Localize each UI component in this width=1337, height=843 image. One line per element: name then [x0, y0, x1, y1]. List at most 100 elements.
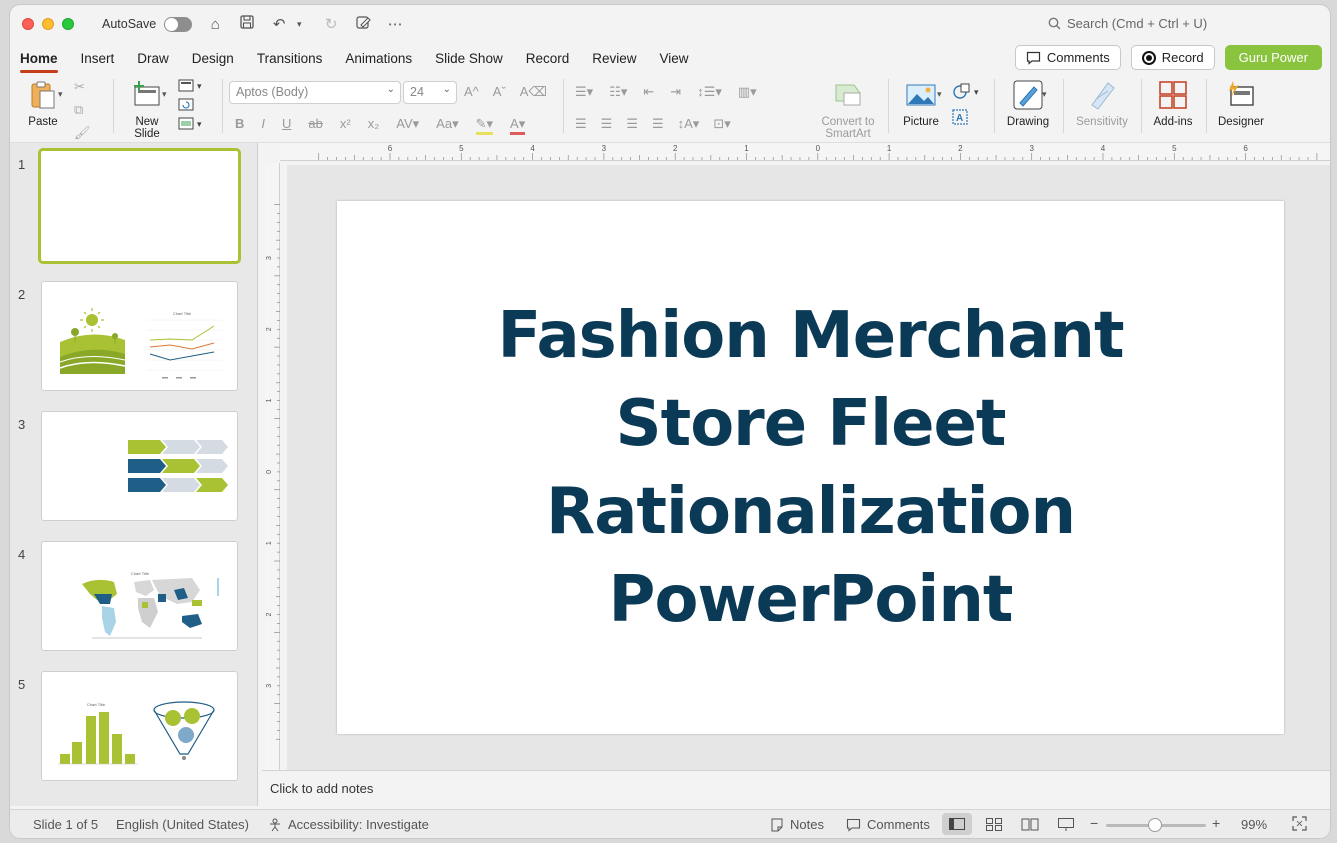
picture-button[interactable]: Picture: [897, 75, 945, 128]
drawing-dropdown-icon[interactable]: ▾: [1042, 89, 1047, 100]
tab-insert[interactable]: Insert: [81, 45, 115, 72]
format-painter-icon[interactable]: 🖌: [74, 125, 91, 141]
paste-button[interactable]: Paste: [22, 75, 64, 128]
tab-animations[interactable]: Animations: [345, 45, 412, 72]
slide-sorter-button[interactable]: [986, 818, 1002, 834]
decrease-indent-icon[interactable]: ⇤: [643, 84, 654, 100]
undo-dropdown-icon[interactable]: ▾: [290, 19, 308, 30]
bullets-icon[interactable]: ☰▾: [575, 84, 593, 100]
search-placeholder: Search (Cmd + Ctrl + U): [1067, 16, 1208, 31]
slide-thumbnail-3[interactable]: [41, 411, 238, 521]
justify-icon[interactable]: ☰: [652, 116, 664, 132]
fit-to-window-button[interactable]: [1292, 816, 1307, 834]
font-size-select[interactable]: 24 ⌄: [403, 81, 457, 104]
align-text-icon[interactable]: ⊡▾: [713, 116, 730, 132]
accessibility-checker[interactable]: Accessibility: Investigate: [268, 817, 429, 832]
columns-icon[interactable]: ▥▾: [738, 84, 757, 100]
clear-formatting-icon[interactable]: A⌫: [520, 84, 547, 100]
increase-indent-icon[interactable]: ⇥: [670, 84, 681, 100]
customize-icon[interactable]: [354, 15, 372, 34]
italic-icon[interactable]: I: [261, 116, 265, 135]
autosave-toggle[interactable]: [164, 16, 193, 32]
tab-review[interactable]: Review: [592, 45, 636, 72]
paste-dropdown-icon[interactable]: ▾: [58, 89, 63, 100]
status-comments-button[interactable]: Comments: [846, 817, 930, 832]
new-slide-button[interactable]: New Slide: [124, 75, 170, 140]
add-ins-button[interactable]: Add-ins: [1148, 75, 1198, 128]
comments-button[interactable]: Comments: [1014, 45, 1121, 70]
slide-thumbnail-5[interactable]: Chart Title: [41, 671, 238, 781]
superscript-icon[interactable]: x²: [340, 116, 351, 135]
ruler-tick-label: 3: [1029, 144, 1034, 153]
guru-power-button[interactable]: Guru Power: [1224, 45, 1322, 70]
sensitivity-button[interactable]: Sensitivity: [1072, 75, 1132, 128]
redo-icon[interactable]: ↻: [322, 15, 340, 33]
zoom-out-button[interactable]: −: [1090, 815, 1098, 831]
subscript-icon[interactable]: x₂: [368, 116, 380, 135]
decrease-font-icon[interactable]: Aˇ: [493, 84, 506, 100]
thumbnail-5-graphic: [58, 701, 215, 765]
picture-dropdown-icon[interactable]: ▾: [937, 89, 942, 100]
tab-design[interactable]: Design: [192, 45, 234, 72]
tab-slide-show[interactable]: Slide Show: [435, 45, 503, 72]
align-right-icon[interactable]: ☰: [626, 116, 638, 132]
slide-thumbnail-4[interactable]: Chart Title: [41, 541, 238, 651]
layout-icon[interactable]: ▾: [178, 79, 206, 93]
thumbnail-number: 5: [18, 677, 26, 692]
save-icon[interactable]: [238, 15, 256, 33]
ruler-tick-label: 1: [744, 144, 749, 153]
slide-thumbnail-2[interactable]: Chart Title: [41, 281, 238, 391]
home-icon[interactable]: ⌂: [206, 16, 224, 33]
ruler-tick-label: 1: [887, 144, 892, 153]
designer-button[interactable]: Designer: [1213, 75, 1269, 128]
font-name-select[interactable]: Aptos (Body) ⌄: [229, 81, 401, 104]
notes-button[interactable]: Notes: [770, 817, 824, 832]
convert-smartart-button[interactable]: Convert to SmartArt: [814, 75, 882, 140]
slide-thumbnail-1[interactable]: [38, 148, 241, 264]
tab-transitions[interactable]: Transitions: [257, 45, 323, 72]
underline-icon[interactable]: U: [282, 116, 291, 135]
slide-1[interactable]: Fashion Merchant Store Fleet Rationaliza…: [337, 201, 1284, 734]
slide-title[interactable]: Fashion Merchant Store Fleet Rationaliza…: [431, 292, 1191, 644]
tab-home[interactable]: Home: [20, 45, 58, 73]
zoom-slider-handle[interactable]: [1148, 818, 1162, 832]
zoom-in-button[interactable]: +: [1212, 815, 1220, 831]
font-name-value: Aptos (Body): [236, 85, 309, 99]
language-indicator[interactable]: English (United States): [116, 817, 249, 832]
font-color-icon[interactable]: A▾: [510, 116, 526, 135]
close-window-button[interactable]: [22, 18, 34, 30]
normal-view-button[interactable]: [942, 813, 972, 835]
character-spacing-icon[interactable]: AV▾: [396, 116, 419, 135]
search-box[interactable]: Search (Cmd + Ctrl + U): [1048, 16, 1207, 31]
numbering-icon[interactable]: ☷▾: [609, 84, 627, 100]
align-center-icon[interactable]: ☰: [601, 116, 613, 132]
more-options-icon[interactable]: ⋯: [386, 15, 404, 33]
minimize-window-button[interactable]: [42, 18, 54, 30]
copy-icon[interactable]: ⧉: [74, 102, 91, 118]
strikethrough-icon[interactable]: ab: [308, 116, 322, 135]
record-button[interactable]: Record: [1130, 45, 1215, 70]
reading-view-button[interactable]: [1021, 818, 1039, 834]
text-direction-icon[interactable]: ↕A▾: [678, 116, 700, 132]
change-case-icon[interactable]: Aa▾: [436, 116, 458, 135]
tab-view[interactable]: View: [660, 45, 689, 72]
new-slide-dropdown-icon[interactable]: ▾: [162, 89, 167, 100]
maximize-window-button[interactable]: [62, 18, 74, 30]
shapes-icon[interactable]: ▾: [952, 83, 982, 99]
text-box-icon[interactable]: A: [952, 109, 968, 125]
zoom-level[interactable]: 99%: [1241, 817, 1267, 832]
section-icon[interactable]: ▾: [178, 117, 206, 131]
bold-icon[interactable]: B: [235, 116, 244, 135]
reset-icon[interactable]: [178, 98, 194, 112]
slide-show-button[interactable]: [1058, 818, 1074, 835]
cut-icon[interactable]: ✂: [74, 79, 91, 95]
align-left-icon[interactable]: ☰: [575, 116, 587, 132]
notes-pane[interactable]: Click to add notes: [262, 770, 1330, 806]
line-spacing-icon[interactable]: ↕☰▾: [697, 84, 722, 100]
increase-font-icon[interactable]: A^: [464, 84, 479, 100]
tab-record[interactable]: Record: [526, 45, 570, 72]
undo-icon[interactable]: ↶: [270, 15, 288, 33]
highlight-icon[interactable]: ✎▾: [475, 116, 494, 135]
tab-draw[interactable]: Draw: [137, 45, 169, 72]
drawing-button[interactable]: Drawing: [1003, 75, 1053, 128]
